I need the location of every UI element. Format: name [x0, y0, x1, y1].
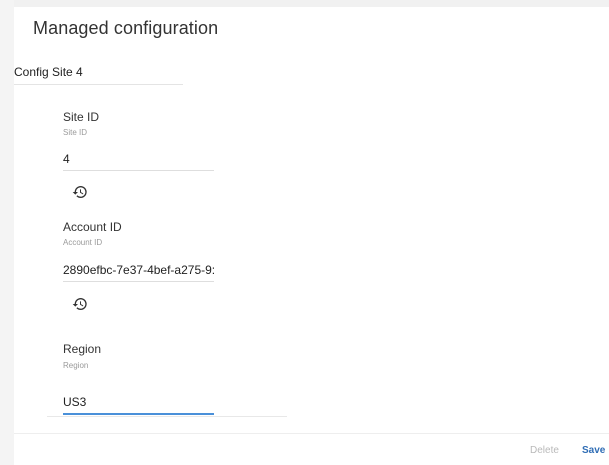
account-id-label: Account ID — [63, 220, 122, 234]
region-input[interactable] — [63, 393, 214, 411]
site-id-input[interactable] — [63, 150, 214, 168]
account-id-field — [63, 261, 214, 282]
config-name-input[interactable] — [14, 62, 183, 82]
history-icon — [72, 298, 87, 310]
window-left-strip — [0, 0, 14, 465]
account-id-sublabel: Account ID — [63, 238, 103, 247]
site-id-reset-button[interactable] — [69, 181, 91, 203]
account-id-input[interactable] — [63, 261, 214, 279]
dialog-title: Managed configuration — [33, 18, 219, 38]
region-sublabel: Region — [63, 361, 89, 370]
history-icon — [72, 186, 87, 198]
site-id-label: Site ID — [63, 110, 100, 124]
section-divider — [47, 416, 287, 417]
window-top-strip — [0, 0, 609, 7]
footer-divider — [14, 433, 609, 434]
site-id-sublabel: Site ID — [63, 128, 88, 137]
region-label: Region — [63, 342, 102, 356]
account-id-reset-button[interactable] — [69, 293, 91, 315]
config-name-field — [14, 62, 183, 85]
save-button[interactable]: Save — [582, 445, 605, 456]
site-id-field — [63, 150, 214, 171]
region-field — [63, 393, 214, 415]
delete-button[interactable]: Delete — [530, 445, 559, 456]
